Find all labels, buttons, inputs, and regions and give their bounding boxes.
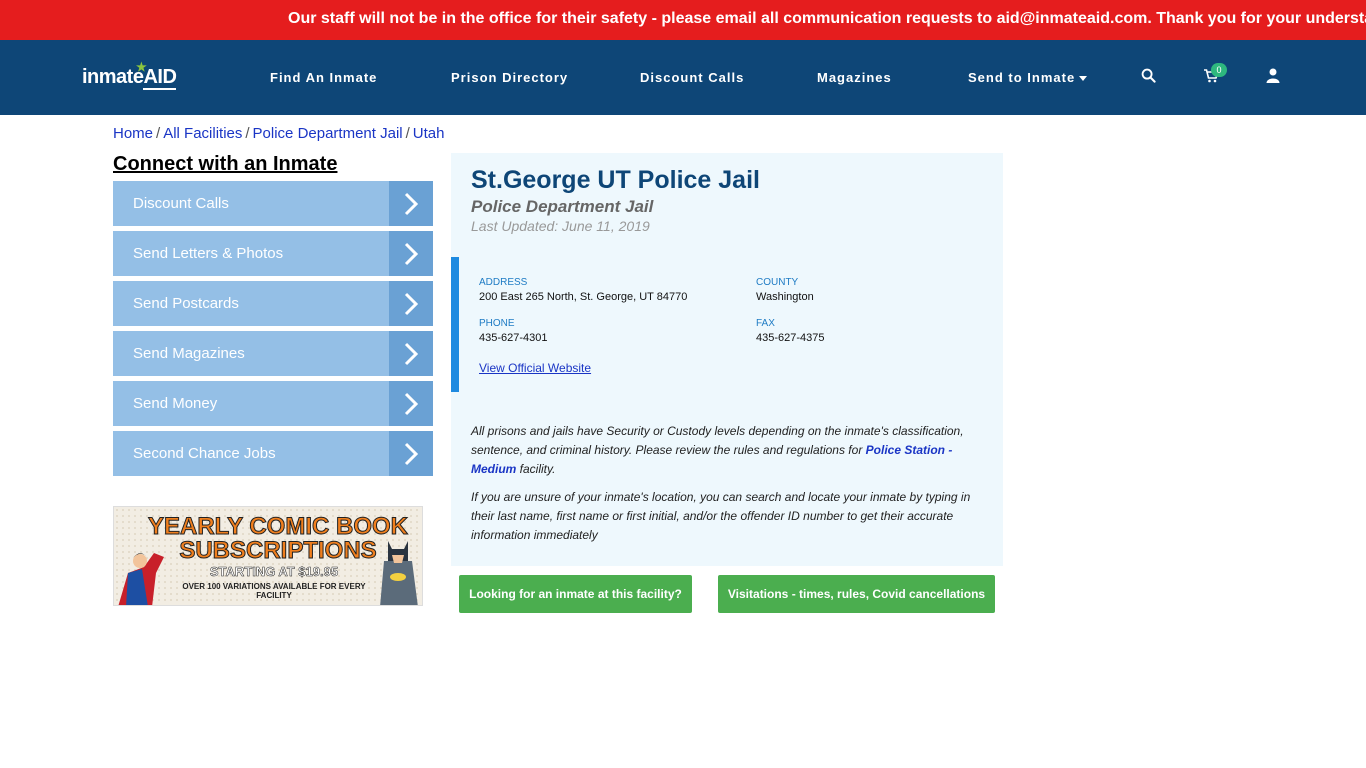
- logo-star-icon: ★: [136, 60, 147, 74]
- sidebar-item-label: Send Money: [133, 395, 218, 412]
- breadcrumb-police-department-jail[interactable]: Police Department Jail: [253, 125, 403, 142]
- county-value: Washington: [756, 291, 814, 303]
- chevron-right-icon: [389, 381, 433, 426]
- comic-subscription-banner[interactable]: YEARLY COMIC BOOK SUBSCRIPTIONS STARTING…: [113, 506, 423, 606]
- nav-discount-calls[interactable]: Discount Calls: [640, 70, 744, 85]
- official-website-link[interactable]: View Official Website: [479, 361, 591, 375]
- nav-prison-directory[interactable]: Prison Directory: [451, 70, 568, 85]
- address-label: ADDRESS: [479, 277, 528, 288]
- banner-line-3: STARTING AT $19.95: [209, 564, 339, 580]
- chevron-right-icon: [389, 181, 433, 226]
- nav-magazines[interactable]: Magazines: [817, 70, 892, 85]
- breadcrumb-utah[interactable]: Utah: [413, 125, 445, 142]
- chevron-right-icon: [389, 281, 433, 326]
- info-accent-bar: [451, 257, 459, 392]
- facility-name: St.George UT Police Jail: [471, 166, 760, 194]
- logo-inmate: inmate: [82, 66, 144, 88]
- nav-send-to-inmate[interactable]: Send to Inmate: [968, 70, 1088, 85]
- last-updated: Last Updated: June 11, 2019: [471, 218, 650, 234]
- sidebar-item-send-magazines[interactable]: Send Magazines: [113, 331, 433, 376]
- nav-send-to-inmate-label: Send to Inmate: [968, 70, 1076, 85]
- sidebar-item-label: Discount Calls: [133, 195, 229, 212]
- banner-line-4: OVER 100 VARIATIONS AVAILABLE FOR EVERY …: [182, 582, 366, 600]
- connect-title: Connect with an Inmate: [113, 153, 338, 175]
- caret-down-icon: [1079, 76, 1088, 82]
- breadcrumb-home[interactable]: Home: [113, 125, 153, 142]
- sidebar-item-label: Send Magazines: [133, 345, 245, 362]
- chevron-right-icon: [389, 231, 433, 276]
- address-value: 200 East 265 North, St. George, UT 84770: [479, 291, 688, 303]
- facility-type: Police Department Jail: [471, 197, 654, 216]
- breadcrumb: Home / All Facilities / Police Department Ja…: [113, 125, 445, 142]
- chevron-right-icon: [389, 331, 433, 376]
- visitations-button[interactable]: Visitations - times, rules, Covid cancel…: [718, 575, 995, 613]
- sidebar-item-label: Send Postcards: [133, 295, 239, 312]
- logo[interactable]: inmateAID ★: [82, 60, 177, 92]
- inmate-search-paragraph: If you are unsure of your inmate's locat…: [471, 490, 971, 542]
- sidebar-item-label: Send Letters & Photos: [133, 245, 284, 262]
- phone-value[interactable]: 435-627-4301: [479, 332, 548, 344]
- sidebar-item-send-money[interactable]: Send Money: [113, 381, 433, 426]
- fax-label: FAX: [756, 318, 775, 329]
- alert-bar: Our staff will not be in the office for …: [0, 0, 1366, 40]
- sidebar-item-send-postcards[interactable]: Send Postcards: [113, 281, 433, 326]
- banner-line-2: SUBSCRIPTIONS: [179, 537, 377, 565]
- logo-aid: AID: [143, 66, 177, 90]
- sidebar-item-label: Second Chance Jobs: [133, 445, 276, 462]
- sidebar-item-discount-calls[interactable]: Discount Calls: [113, 181, 433, 226]
- alert-text: Our staff will not be in the office for …: [288, 10, 1366, 27]
- navbar: inmateAID ★ Find An Inmate Prison Direct…: [0, 40, 1366, 115]
- cart-count-badge: 0: [1211, 63, 1227, 77]
- user-icon[interactable]: [1266, 68, 1282, 84]
- county-label: COUNTY: [756, 277, 799, 288]
- sidebar-item-second-chance-jobs[interactable]: Second Chance Jobs: [113, 431, 433, 476]
- security-levels-paragraph: All prisons and jails have Security or C…: [471, 422, 976, 479]
- sidebar-item-send-letters-photos[interactable]: Send Letters & Photos: [113, 231, 433, 276]
- phone-label: PHONE: [479, 318, 515, 329]
- search-icon[interactable]: [1141, 68, 1157, 84]
- looking-for-inmate-button[interactable]: Looking for an inmate at this facility?: [459, 575, 692, 613]
- chevron-right-icon: [389, 431, 433, 476]
- nav-find-an-inmate[interactable]: Find An Inmate: [270, 70, 377, 85]
- breadcrumb-all-facilities[interactable]: All Facilities: [163, 125, 242, 142]
- fax-value: 435-627-4375: [756, 332, 825, 344]
- paragraph-1-end: facility.: [516, 462, 556, 476]
